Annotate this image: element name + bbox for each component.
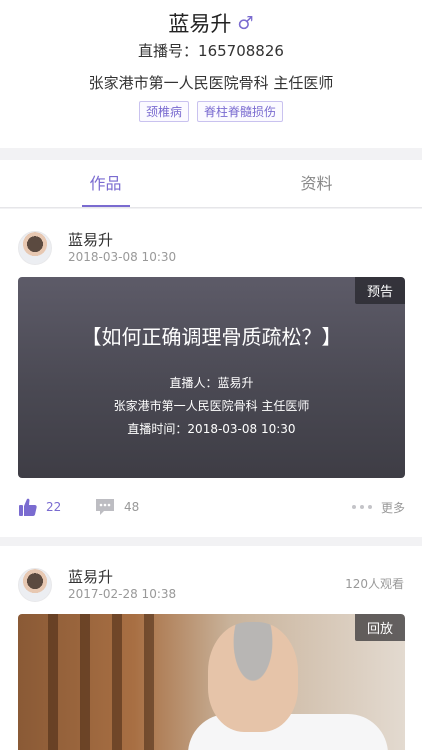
like-button[interactable]: 22 [18, 494, 61, 520]
tab-profile-info[interactable]: 资料 [211, 160, 422, 208]
post-card[interactable]: 蓝易升 2018-03-08 10:30 预告 【如何正确调理骨质疏松？】 直播… [0, 209, 422, 537]
doctor-name: 蓝易升 [168, 12, 232, 36]
live-preview[interactable]: 预告 【如何正确调理骨质疏松？】 直播人：蓝易升 张家港市第一人民医院骨科 主任… [18, 277, 405, 478]
specialty-tags: 颈椎病 脊柱脊髓损伤 [0, 101, 422, 122]
name-row: 蓝易升 ♂ [0, 8, 422, 38]
tag-spinal[interactable]: 脊柱脊髓损伤 [197, 101, 284, 122]
avatar[interactable] [18, 568, 52, 602]
live-host-title: 张家港市第一人民医院骨科 主任医师 [113, 399, 310, 413]
more-button[interactable]: 更多 [351, 494, 405, 520]
post-author[interactable]: 蓝易升 [68, 229, 113, 250]
tab-bar: 作品 资料 [0, 160, 422, 208]
avatar[interactable] [18, 231, 52, 265]
profile-header: 蓝易升 ♂ 直播号：165708826 张家港市第一人民医院骨科 主任医师 颈椎… [0, 0, 422, 148]
background-shelf [80, 614, 90, 750]
tag-cervical[interactable]: 颈椎病 [138, 101, 189, 122]
live-host: 直播人：蓝易升 [169, 376, 254, 390]
comment-icon [96, 499, 114, 515]
live-title: 【如何正确调理骨质疏松？】 [81, 325, 342, 349]
live-id: 直播号：165708826 [138, 42, 284, 60]
comment-button[interactable]: 48 [94, 494, 139, 520]
post-card[interactable]: 蓝易升 2017-02-28 10:38 120人观看 回放 [0, 546, 422, 750]
background-shelf [144, 614, 154, 750]
view-count: 120人观看 [345, 577, 404, 591]
comment-count: 48 [124, 500, 140, 514]
thumbs-up-icon [19, 498, 37, 516]
preview-badge: 预告 [354, 277, 405, 304]
background-shelf [112, 614, 122, 750]
post-actions: 22 48 更多 [18, 494, 405, 520]
post-author[interactable]: 蓝易升 [68, 566, 113, 587]
active-tab-indicator [82, 205, 130, 207]
replay-video-thumbnail[interactable]: 回放 [18, 614, 405, 750]
more-label: 更多 [380, 500, 405, 515]
hospital-title: 张家港市第一人民医院骨科 主任医师 [88, 74, 334, 92]
background-shelf [48, 614, 58, 750]
replay-badge: 回放 [354, 614, 405, 641]
tab-works[interactable]: 作品 [0, 160, 211, 208]
like-count: 22 [46, 500, 62, 514]
male-icon: ♂ [237, 12, 254, 34]
post-date: 2017-02-28 10:38 [68, 587, 177, 601]
doctor-head [208, 622, 298, 732]
live-time: 直播时间：2018-03-08 10:30 [127, 422, 296, 436]
more-dots-icon [351, 505, 372, 509]
post-date: 2018-03-08 10:30 [68, 250, 177, 264]
